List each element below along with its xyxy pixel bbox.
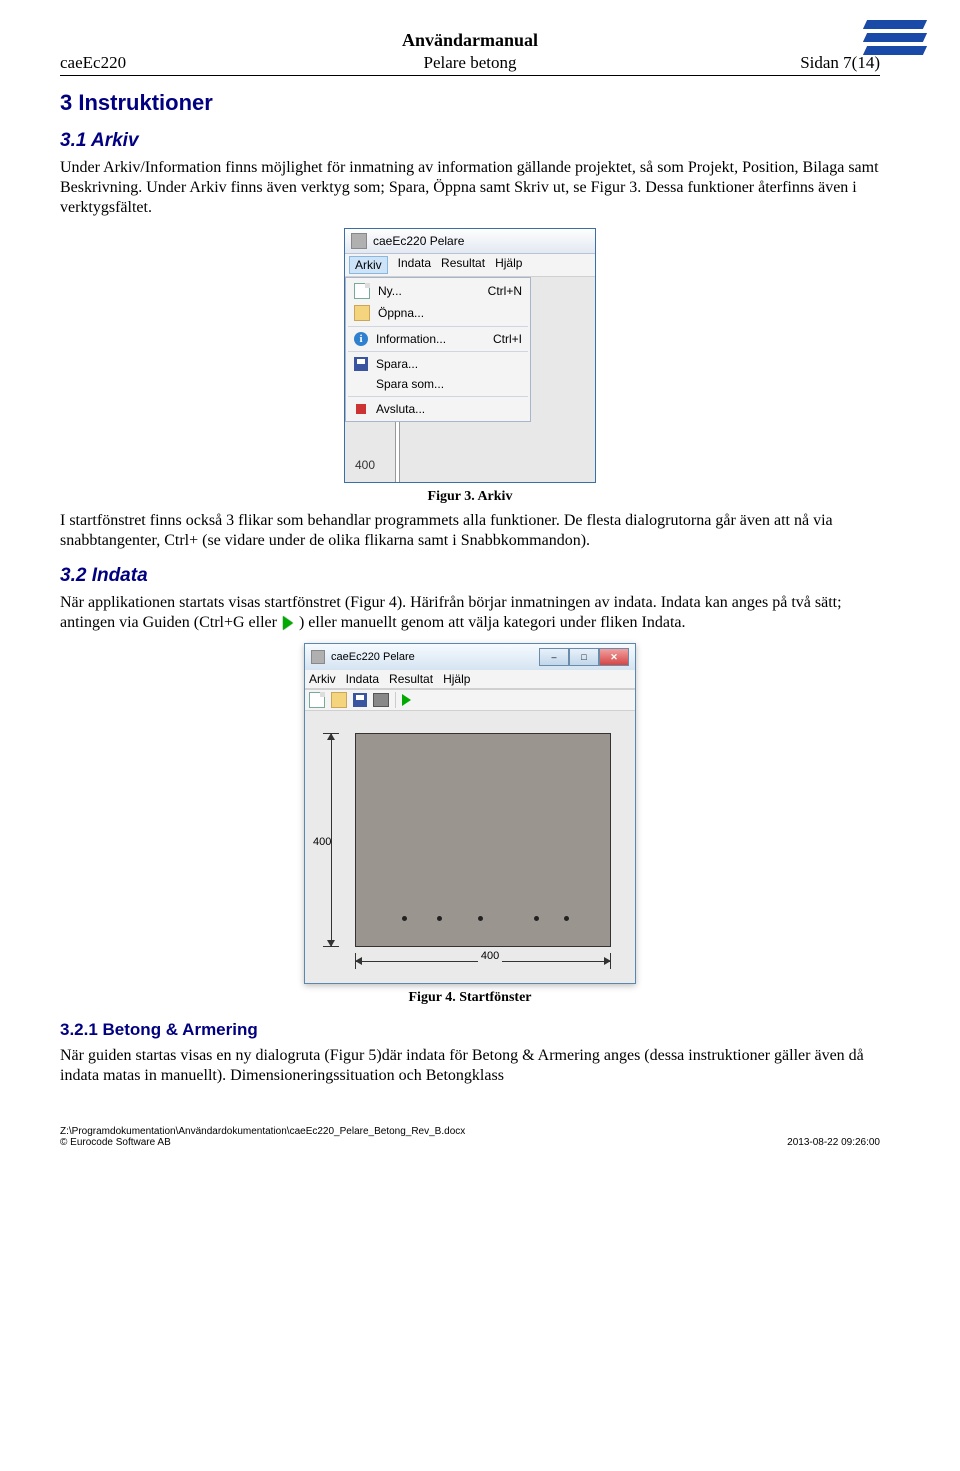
menu-item-ny[interactable]: Ny... Ctrl+N [348, 280, 528, 302]
run-icon[interactable] [402, 694, 411, 706]
heading-3: 3 Instruktioner [60, 90, 880, 116]
paragraph-arkiv: Under Arkiv/Information finns möjlighet … [60, 158, 880, 218]
menu-item-label: Ny... [378, 284, 480, 298]
drawing-canvas: 400 400 [305, 711, 635, 983]
header-row: caeEc220 Pelare betong Sidan 7(14) [60, 53, 880, 76]
figure-4-caption: Figur 4. Startfönster [60, 990, 880, 1006]
footer-timestamp: 2013-08-22 09:26:00 [787, 1137, 880, 1148]
menu-item-spara[interactable]: Spara... [348, 354, 528, 374]
exit-icon [356, 404, 366, 414]
menu-item-label: Spara som... [376, 377, 514, 391]
header-left: caeEc220 [60, 53, 333, 73]
figure-3-caption: Figur 3. Arkiv [60, 489, 880, 505]
window-title: caeEc220 Pelare [373, 234, 464, 248]
play-icon [283, 616, 293, 630]
app-icon [351, 233, 367, 249]
menu-item-information[interactable]: i Information... Ctrl+I [348, 329, 528, 349]
menu-arkiv-2[interactable]: Arkiv [309, 672, 336, 686]
new-icon [354, 283, 370, 299]
paragraph-betong: När guiden startas visas en ny dialogrut… [60, 1046, 880, 1086]
open-icon [354, 305, 370, 321]
menu-resultat[interactable]: Resultat [441, 256, 485, 274]
menu-resultat-2[interactable]: Resultat [389, 672, 433, 686]
arkiv-dropdown: Ny... Ctrl+N Öppna... i Information... Ctrl+I… [345, 277, 531, 422]
dim-v-label: 400 [313, 836, 331, 848]
toolbar [305, 689, 635, 711]
dim-label: 400 [355, 458, 375, 472]
menu-indata-2[interactable]: Indata [346, 672, 379, 686]
paragraph-tabs: I startfönstret finns också 3 flikar som… [60, 511, 880, 551]
screenshot-start-window: caeEc220 Pelare – □ ✕ Arkiv Indata Resul… [304, 643, 636, 984]
header-center: Pelare betong [333, 53, 606, 73]
menu-item-sparasom[interactable]: Spara som... [348, 374, 528, 394]
menu-hjalp-2[interactable]: Hjälp [443, 672, 470, 686]
heading-3-2-1: 3.2.1 Betong & Armering [60, 1020, 880, 1040]
heading-3-2: 3.2 Indata [60, 565, 880, 587]
footer-path: Z:\Programdokumentation\Användardokument… [60, 1126, 465, 1137]
info-icon: i [354, 332, 368, 346]
save-icon [354, 357, 368, 371]
logo [860, 20, 910, 70]
paragraph-indata: När applikationen startats visas startfö… [60, 593, 880, 633]
close-button[interactable]: ✕ [599, 648, 629, 666]
menubar-2: Arkiv Indata Resultat Hjälp [305, 670, 635, 689]
menubar: Arkiv Indata Resultat Hjälp [345, 254, 595, 277]
menu-item-ppna[interactable]: Öppna... [348, 302, 528, 324]
cross-section [355, 733, 611, 947]
menu-item-accel: Ctrl+I [493, 332, 522, 346]
maximize-button[interactable]: □ [569, 648, 599, 666]
p3-part-b: ) eller manuellt genom att välja kategor… [299, 614, 686, 631]
window-titlebar-2: caeEc220 Pelare – □ ✕ [305, 644, 635, 670]
dimension-vertical: 400 [323, 733, 341, 947]
screenshot-arkiv-menu: caeEc220 Pelare Arkiv Indata Resultat Hj… [344, 228, 596, 483]
window-titlebar: caeEc220 Pelare [345, 229, 595, 254]
menu-item-label: Öppna... [378, 306, 514, 320]
menu-indata[interactable]: Indata [398, 256, 431, 274]
document-title: Användarmanual [60, 30, 880, 51]
new-icon[interactable] [309, 692, 325, 708]
save-icon[interactable] [353, 693, 367, 707]
menu-item-avsluta[interactable]: Avsluta... [348, 399, 528, 419]
open-icon[interactable] [331, 692, 347, 708]
heading-3-1: 3.1 Arkiv [60, 130, 880, 152]
menu-item-accel: Ctrl+N [488, 284, 522, 298]
page-footer: Z:\Programdokumentation\Användardokument… [60, 1126, 880, 1148]
print-icon[interactable] [373, 693, 389, 707]
window-title-2: caeEc220 Pelare [331, 651, 533, 663]
minimize-button[interactable]: – [539, 648, 569, 666]
dim-h-label: 400 [478, 950, 502, 962]
menu-hjalp[interactable]: Hjälp [495, 256, 522, 274]
header-right: Sidan 7(14) [607, 53, 880, 73]
menu-arkiv[interactable]: Arkiv [349, 256, 388, 274]
footer-copyright: © Eurocode Software AB [60, 1137, 465, 1148]
dimension-horizontal: 400 [355, 953, 611, 971]
canvas-below: 400 [345, 422, 595, 482]
menu-item-label: Avsluta... [376, 402, 514, 416]
app-icon [311, 650, 325, 664]
menu-item-label: Information... [376, 332, 485, 346]
menu-item-label: Spara... [376, 357, 514, 371]
